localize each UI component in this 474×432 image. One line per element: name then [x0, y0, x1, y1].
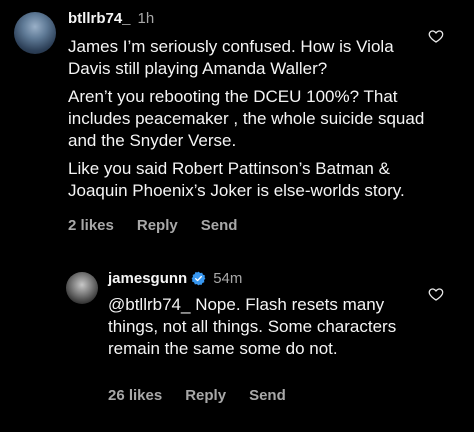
username[interactable]: btllrb74_ — [68, 10, 131, 27]
avatar[interactable] — [66, 272, 98, 304]
likes-count[interactable]: 26 likes — [108, 387, 162, 404]
comment-text: James I’m seriously confused. How is Vio… — [68, 36, 428, 208]
reply-button[interactable]: Reply — [185, 387, 226, 404]
avatar[interactable] — [14, 12, 56, 54]
comment-actions: 26 likes Reply Send — [108, 387, 309, 404]
heart-outline-icon[interactable] — [428, 28, 444, 44]
verified-badge-icon — [191, 271, 206, 286]
comment-paragraph: Aren’t you rebooting the DCEU 100%? That… — [68, 87, 425, 150]
comment-text: @btllrb74_ Nope. Flash resets many thing… — [108, 294, 408, 366]
send-button[interactable]: Send — [201, 217, 238, 234]
send-button[interactable]: Send — [249, 387, 286, 404]
comment-paragraph: @btllrb74_ Nope. Flash resets many thing… — [108, 295, 397, 358]
comment-paragraph: Like you said Robert Pattinson’s Batman … — [68, 159, 405, 200]
comment-actions: 2 likes Reply Send — [68, 217, 260, 234]
comment-paragraph: James I’m seriously confused. How is Vio… — [68, 37, 394, 78]
reply-button[interactable]: Reply — [137, 217, 178, 234]
comment-header: jamesgunn 54m — [108, 270, 242, 287]
username[interactable]: jamesgunn — [108, 270, 187, 287]
timestamp: 54m — [213, 270, 243, 287]
timestamp: 1h — [137, 10, 155, 27]
comment: btllrb74_ 1h James I’m seriously confuse… — [0, 0, 474, 250]
heart-outline-icon[interactable] — [428, 286, 444, 302]
likes-count[interactable]: 2 likes — [68, 217, 114, 234]
comment-header: btllrb74_ 1h — [68, 10, 154, 27]
